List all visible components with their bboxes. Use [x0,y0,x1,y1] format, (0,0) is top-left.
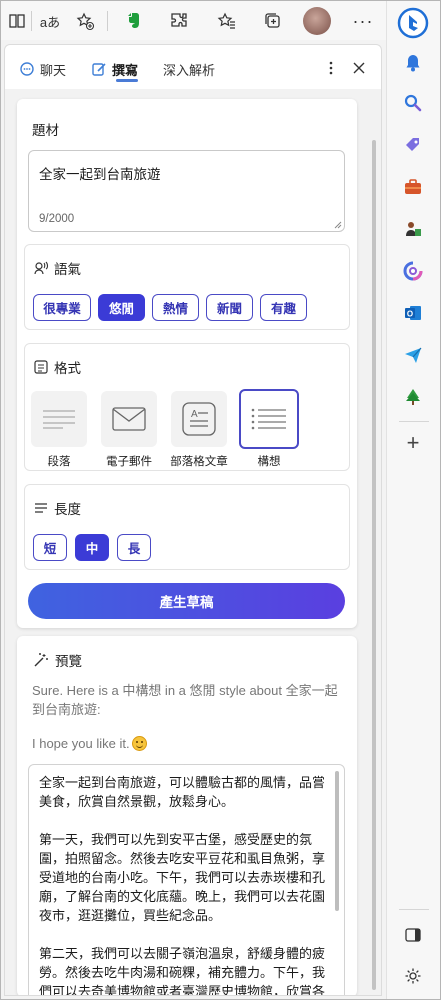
format-option-email[interactable] [101,391,157,447]
rail-divider [399,421,429,422]
format-title: 格式 [33,357,81,377]
tone-option-casual[interactable]: 悠閒 [98,294,145,321]
m365-icon[interactable] [401,259,425,283]
compose-icon [91,61,107,77]
tone-title: 語氣 [33,258,81,278]
draft-text: 全家一起到台南旅遊，可以體驗古都的風情，品嘗美食，欣賞自然景觀，放鬆身心。 第一… [39,775,326,996]
rail-divider [399,909,429,910]
panel-header: 聊天 撰寫 深入解析 [5,45,381,89]
length-option-short[interactable]: 短 [33,534,67,561]
active-tab-indicator [116,79,138,82]
length-label: 長度 [54,502,81,517]
magic-wand-icon [33,652,49,668]
panel-scrollbar[interactable] [372,140,376,990]
send-icon[interactable] [401,343,425,367]
format-label-email: 電子郵件 [106,456,152,468]
format-option-paragraph[interactable] [31,391,87,447]
smile-emoji-icon [131,736,147,751]
search-icon[interactable] [401,91,425,115]
format-label-ideas: 構想 [257,456,281,468]
tone-option-news[interactable]: 新聞 [206,294,253,321]
draft-textarea[interactable]: 全家一起到台南旅遊，可以體驗古都的風情，品嘗美食，欣賞自然景觀，放鬆身心。 第一… [28,764,345,996]
profile-avatar[interactable] [303,7,331,35]
panel-more-icon[interactable] [321,58,341,78]
format-icon [33,359,49,375]
browser-toolbar: aあ ··· [1,1,386,40]
split-screen-icon[interactable] [401,923,425,947]
svg-text:A: A [191,409,198,420]
collections-icon[interactable] [261,9,285,33]
sidebar-rail: O + [386,1,440,999]
ideas-list-icon [251,408,286,430]
briefcase-icon[interactable] [401,175,425,199]
compose-card: 題材 全家一起到台南旅遊 9/2000 語氣 很專業 悠閒 熱情 新聞 有趣 格… [17,99,357,628]
tone-icon [33,260,49,276]
draft-scrollbar[interactable] [335,771,339,911]
blog-post-icon: A [182,402,216,436]
tab-insights-label: 深入解析 [163,62,216,78]
read-aloud-icon[interactable]: aあ [37,9,63,33]
bing-icon[interactable] [397,7,429,39]
topic-label: 題材 [32,123,59,138]
topic-text: 全家一起到台南旅遊 [39,167,161,182]
toolbar-divider [31,11,32,31]
preview-card: 預覽 Sure. Here is a 中構想 in a 悠閒 style abo… [17,636,357,996]
length-title: 長度 [33,498,81,518]
svg-text:O: O [407,310,413,319]
format-label: 格式 [54,361,81,376]
favorites-icon[interactable] [215,9,239,33]
preview-label: 預覽 [55,654,82,669]
add-favorite-icon[interactable] [73,9,97,33]
tone-label: 語氣 [54,262,81,277]
length-icon [33,500,49,516]
close-icon[interactable] [349,58,369,78]
tone-section: 語氣 很專業 悠閒 熱情 新聞 有趣 [24,244,350,330]
panel-content[interactable]: 題材 全家一起到台南旅遊 9/2000 語氣 很專業 悠閒 熱情 新聞 有趣 格… [5,89,381,996]
format-label-blog: 部落格文章 [170,456,228,468]
settings-icon[interactable] [401,964,425,988]
tab-chat[interactable]: 聊天 [19,59,66,79]
copilot-panel: 聊天 撰寫 深入解析 題材 全家一起到台南旅遊 9/2000 語氣 很專業 悠閒… [4,44,382,996]
preview-title: 預覽 [33,650,82,670]
preview-intro: Sure. Here is a 中構想 in a 悠閒 style about … [32,683,338,717]
char-counter: 9/2000 [39,213,75,225]
paragraph-icon [43,410,75,429]
tone-option-funny[interactable]: 有趣 [260,294,307,321]
tab-chat-label: 聊天 [40,62,67,78]
format-option-ideas[interactable] [239,389,299,449]
length-option-long[interactable]: 長 [117,534,151,561]
bell-icon[interactable] [401,51,425,75]
tree-icon[interactable] [401,385,425,409]
toolbar-divider [107,11,108,31]
tab-insights[interactable]: 深入解析 [163,59,215,79]
chat-icon [19,61,35,77]
resize-handle-icon[interactable] [334,221,342,229]
format-section: 格式 段落 電子郵件 A 部落格文章 構想 [24,343,350,471]
length-option-medium[interactable]: 中 [75,534,109,561]
tone-option-enthusiastic[interactable]: 熱情 [152,294,199,321]
length-section: 長度 短 中 長 [24,484,350,570]
preview-closing: I hope you like it. [32,736,147,751]
reading-view-icon[interactable] [5,9,29,33]
extensions-icon[interactable] [167,9,191,33]
evernote-icon[interactable] [121,9,145,33]
format-label-paragraph: 段落 [47,456,71,468]
tab-compose[interactable]: 撰寫 [91,59,138,79]
generate-draft-button[interactable]: 產生草稿 [28,583,345,619]
tab-compose-label: 撰寫 [112,62,139,78]
more-icon[interactable]: ··· [351,9,375,33]
topic-textarea[interactable]: 全家一起到台南旅遊 9/2000 [28,150,345,232]
email-icon [112,407,146,431]
games-icon[interactable] [401,217,425,241]
tag-icon[interactable] [401,133,425,157]
format-option-blog[interactable]: A [171,391,227,447]
preview-closing-text: I hope you like it. [32,736,130,751]
outlook-icon[interactable]: O [401,301,425,325]
add-icon[interactable]: + [401,430,425,455]
tone-option-professional[interactable]: 很專業 [33,294,91,321]
